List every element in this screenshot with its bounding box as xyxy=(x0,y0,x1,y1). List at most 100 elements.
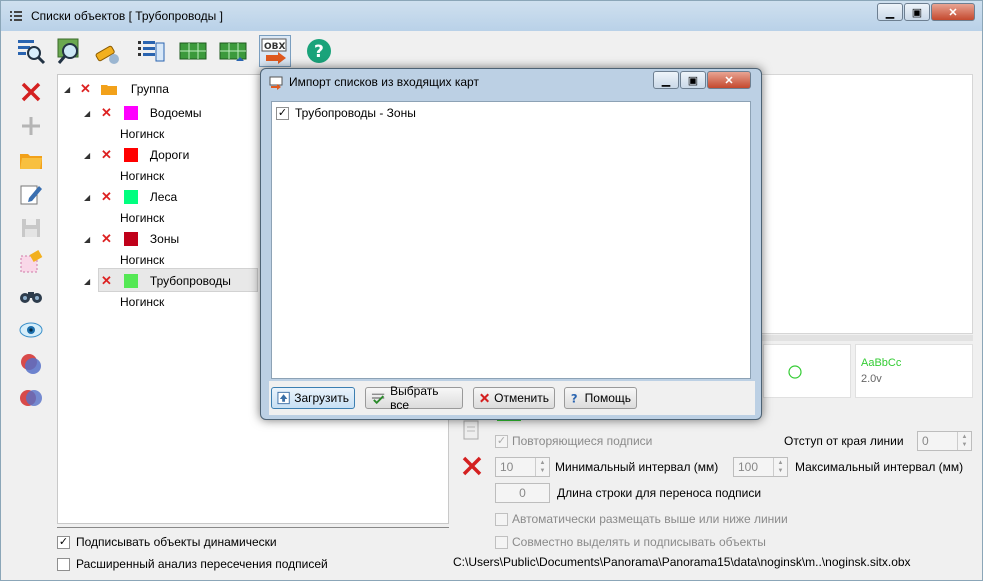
open-folder-button[interactable] xyxy=(17,146,45,174)
checkbox-checked[interactable]: ✓ xyxy=(495,434,508,448)
list-settings-button[interactable] xyxy=(135,35,167,67)
joint-select-option[interactable]: Совместно выделять и подписывать объекты xyxy=(495,535,766,549)
delete-mark-icon[interactable]: ✕ xyxy=(101,189,112,205)
tree-item[interactable]: ✕ Зоны xyxy=(101,229,179,249)
delete-icon[interactable] xyxy=(461,455,483,477)
delete-mark-icon[interactable]: ✕ xyxy=(101,231,112,247)
obx-export-button[interactable]: OBX xyxy=(259,35,291,67)
tree-item[interactable]: ✕ Дороги xyxy=(101,145,189,165)
repeat-labels-option[interactable]: ✓ Повторяющиеся подписи xyxy=(495,434,652,448)
list-icon xyxy=(10,11,22,21)
checkbox-unchecked[interactable] xyxy=(495,535,508,549)
close-button[interactable]: ✕ xyxy=(931,3,975,21)
spinner-icon[interactable]: ▲ ▼ xyxy=(957,432,971,450)
save-button[interactable] xyxy=(17,214,45,242)
checkbox-checked[interactable]: ✓ xyxy=(57,535,70,549)
color-swatch xyxy=(123,148,138,162)
list-settings-icon xyxy=(138,41,165,62)
expand-icon[interactable]: ◢ xyxy=(64,85,70,94)
spinner-icon[interactable]: ▲ ▼ xyxy=(535,458,549,476)
edit-button[interactable] xyxy=(17,180,45,208)
wrap-length-input[interactable]: 0 xyxy=(495,483,550,503)
checkbox-unchecked[interactable] xyxy=(57,557,70,571)
dialog-close-button[interactable]: ✕ xyxy=(707,71,751,89)
expand-icon[interactable]: ◢ xyxy=(84,277,90,286)
wrap-length-value: 0 xyxy=(519,486,526,500)
maximize-button[interactable]: ▣ xyxy=(904,3,930,21)
tree-subitem[interactable]: Ногинск xyxy=(120,295,164,309)
tree-item-label: Водоемы xyxy=(149,106,202,120)
list-item[interactable]: ✓ Трубопроводы - Зоны xyxy=(276,106,416,120)
help-dialog-button[interactable]: ? Помощь xyxy=(564,387,637,409)
spinner-icon[interactable]: ▲ ▼ xyxy=(773,458,787,476)
window-title: Списки объектов [ Трубопроводы ] xyxy=(31,9,223,23)
tree-item[interactable]: ✕ Водоемы xyxy=(101,103,202,123)
dialog-maximize-button[interactable]: ▣ xyxy=(680,71,706,89)
select-area-button[interactable] xyxy=(17,248,45,276)
layers-icon xyxy=(21,354,41,374)
tree-item[interactable]: ✕ Трубопроводы xyxy=(101,271,231,291)
expand-icon[interactable]: ◢ xyxy=(84,109,90,118)
svg-text:OBX: OBX xyxy=(264,42,286,52)
dialog-title: Импорт списков из входящих карт xyxy=(289,75,479,89)
min-interval-label: Минимальный интервал (мм) xyxy=(555,460,719,474)
search-map-button[interactable] xyxy=(53,35,85,67)
binoculars-icon xyxy=(20,292,42,303)
expand-icon[interactable]: ◢ xyxy=(84,151,90,160)
layers-2-button[interactable] xyxy=(17,384,45,412)
checkbox-checked[interactable]: ✓ xyxy=(276,106,289,120)
obx-export-icon: OBX xyxy=(261,38,287,64)
dialog-footer: Загрузить Выбрать все Отменить ? Помощь xyxy=(269,381,755,415)
layers-button[interactable] xyxy=(17,350,45,378)
select-all-icon xyxy=(371,393,385,405)
delete-mark-icon[interactable]: ✕ xyxy=(101,273,112,289)
view-button[interactable] xyxy=(17,316,45,344)
binoculars-button[interactable] xyxy=(17,282,45,310)
select-all-button[interactable]: Выбрать все xyxy=(365,384,463,412)
extended-analysis-option[interactable]: Расширенный анализ пересечения подписей xyxy=(57,557,328,571)
dialog-minimize-button[interactable]: ▁ xyxy=(653,71,679,89)
max-interval-input[interactable]: 100 ▲ ▼ xyxy=(733,457,788,477)
tree-item[interactable]: ✕ Леса xyxy=(101,187,177,207)
dynamic-labels-option[interactable]: ✓ Подписывать объекты динамически xyxy=(57,535,277,549)
tree-subitem[interactable]: Ногинск xyxy=(120,127,164,141)
joint-select-text: Совместно выделять и подписывать объекты xyxy=(512,535,766,549)
plus-icon xyxy=(22,117,40,135)
edge-offset-input[interactable]: 0 ▲ ▼ xyxy=(917,431,972,451)
min-interval-input[interactable]: 10 ▲ ▼ xyxy=(495,457,550,477)
green-grid-button[interactable] xyxy=(177,35,209,67)
delete-button[interactable] xyxy=(17,78,45,106)
cancel-button-label: Отменить xyxy=(494,391,549,405)
flashlight-button[interactable] xyxy=(91,35,123,67)
auto-place-text: Автоматически размещать выше или ниже ли… xyxy=(512,512,788,526)
delete-mark-icon[interactable]: ✕ xyxy=(80,81,91,97)
load-button[interactable]: Загрузить xyxy=(271,387,355,409)
expand-icon[interactable]: ◢ xyxy=(84,235,90,244)
minimize-button[interactable]: ▁ xyxy=(877,3,903,21)
green-grid-2-icon xyxy=(219,42,247,61)
tree-subitem[interactable]: Ногинск xyxy=(120,169,164,183)
close-icon: ✕ xyxy=(948,6,958,19)
max-interval-value: 100 xyxy=(738,460,759,474)
cancel-button[interactable]: Отменить xyxy=(473,387,555,409)
green-grid-2-button[interactable] xyxy=(217,35,249,67)
find-list-button[interactable] xyxy=(15,35,47,67)
delete-mark-icon[interactable]: ✕ xyxy=(101,147,112,163)
checkbox-unchecked[interactable] xyxy=(495,512,508,526)
add-button[interactable] xyxy=(17,112,45,140)
auto-place-option[interactable]: Автоматически размещать выше или ниже ли… xyxy=(495,512,788,526)
tree-subitem[interactable]: Ногинск xyxy=(120,211,164,225)
tree-subitem[interactable]: Ногинск xyxy=(120,253,164,267)
cancel-icon xyxy=(480,393,490,403)
delete-mark-icon[interactable]: ✕ xyxy=(101,105,112,121)
svg-text:?: ? xyxy=(314,42,324,62)
edge-offset-label: Отступ от края линии xyxy=(784,434,904,448)
preview-sample-text[interactable]: AaBbCc 2.0v xyxy=(855,344,973,398)
preview-sample-circle[interactable] xyxy=(763,344,851,398)
expand-icon[interactable]: ◢ xyxy=(84,193,90,202)
close-icon: ✕ xyxy=(724,74,734,87)
help-button[interactable]: ? xyxy=(303,35,335,67)
folder-icon xyxy=(20,154,42,169)
tree-root-group[interactable]: ✕ Группа xyxy=(80,79,169,99)
help-button-label: Помощь xyxy=(584,391,631,405)
